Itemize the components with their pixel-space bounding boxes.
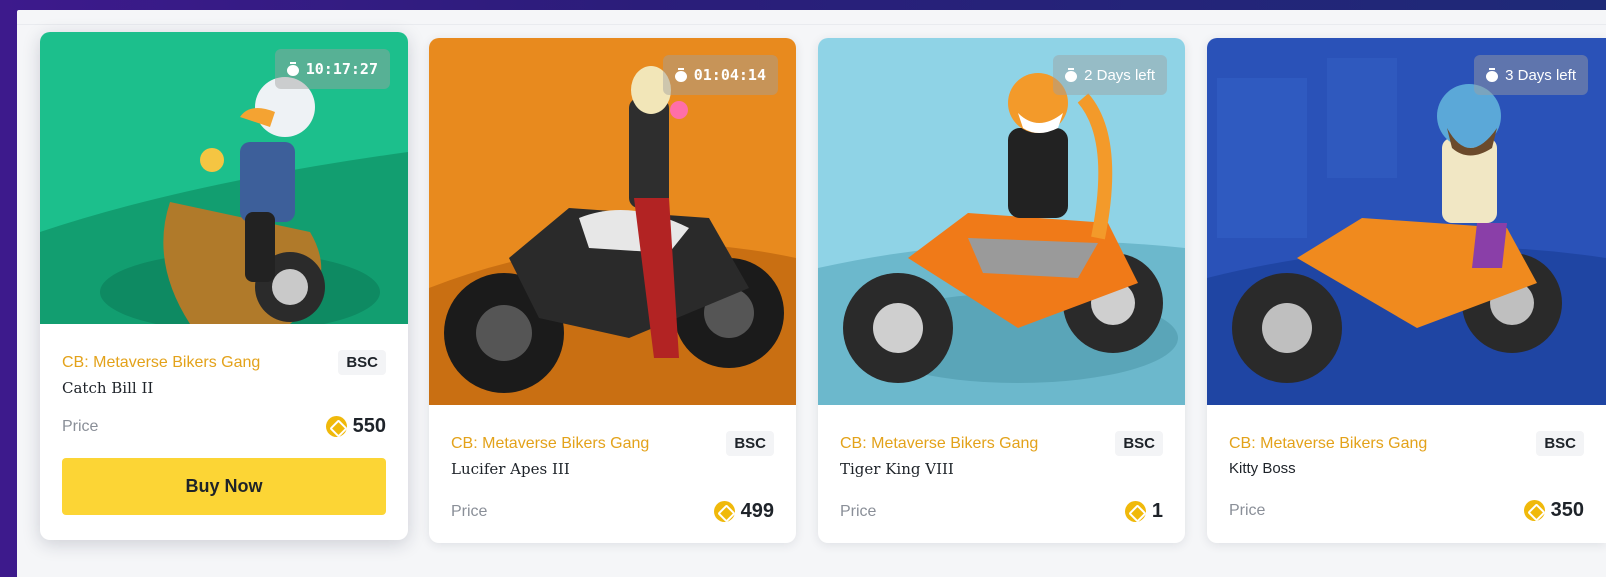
nft-name: Kitty Boss xyxy=(1229,460,1296,477)
nft-card-tiger-king[interactable]: 2 Days left CB: Metaverse Bikers Gang BS… xyxy=(818,38,1185,543)
price-value: 350 xyxy=(1523,499,1584,522)
chain-badge: BSC xyxy=(1115,431,1163,456)
countdown-text: 3 Days left xyxy=(1505,66,1576,84)
collection-name[interactable]: CB: Metaverse Bikers Gang xyxy=(451,435,649,453)
price-label: Price xyxy=(840,502,877,520)
countdown-badge: 01:04:14 xyxy=(662,55,778,95)
bnb-coin-icon xyxy=(1523,500,1545,521)
countdown-badge: 10:17:27 xyxy=(274,49,390,89)
chain-badge: BSC xyxy=(338,350,386,375)
nft-artwork[interactable]: 3 Days left xyxy=(1207,38,1606,405)
bnb-coin-icon xyxy=(325,416,347,437)
price-value: 1 xyxy=(1124,500,1163,523)
price-amount: 1 xyxy=(1151,500,1163,522)
countdown-badge: 3 Days left xyxy=(1474,55,1588,95)
price-value: 499 xyxy=(713,500,774,523)
countdown-text: 10:17:27 xyxy=(305,60,378,78)
nft-artwork[interactable]: 2 Days left xyxy=(818,38,1185,405)
nft-card-kitty-boss[interactable]: 3 Days left CB: Metaverse Bikers Gang BS… xyxy=(1207,38,1606,543)
collection-name[interactable]: CB: Metaverse Bikers Gang xyxy=(1229,435,1427,453)
divider xyxy=(17,24,1606,25)
card-info: CB: Metaverse Bikers Gang BSC Tiger King… xyxy=(818,405,1185,523)
nft-name: Tiger King VIII xyxy=(840,460,954,478)
card-info: CB: Metaverse Bikers Gang BSC Lucifer Ap… xyxy=(429,405,796,523)
price-amount: 499 xyxy=(740,500,774,522)
countdown-text: 01:04:14 xyxy=(693,66,766,84)
nft-listing-panel: 10:17:27 CB: Metaverse Bikers Gang BSC C… xyxy=(17,10,1606,577)
stopwatch-icon xyxy=(674,68,687,82)
countdown-text: 2 Days left xyxy=(1084,66,1155,84)
price-amount: 550 xyxy=(352,415,386,437)
bnb-coin-icon xyxy=(713,501,735,522)
price-label: Price xyxy=(62,417,99,435)
buy-now-button[interactable]: Buy Now xyxy=(62,458,386,515)
countdown-badge: 2 Days left xyxy=(1053,55,1167,95)
collection-name[interactable]: CB: Metaverse Bikers Gang xyxy=(840,435,1038,453)
nft-artwork[interactable]: 10:17:27 xyxy=(40,32,408,324)
nft-card-catch-bill[interactable]: 10:17:27 CB: Metaverse Bikers Gang BSC C… xyxy=(40,32,408,540)
card-info: CB: Metaverse Bikers Gang BSC Catch Bill… xyxy=(40,324,408,515)
stopwatch-icon xyxy=(1065,68,1078,82)
price-label: Price xyxy=(451,502,488,520)
bnb-coin-icon xyxy=(1124,501,1146,522)
chain-badge: BSC xyxy=(726,431,774,456)
price-label: Price xyxy=(1229,501,1266,519)
collection-name[interactable]: CB: Metaverse Bikers Gang xyxy=(62,354,260,372)
nft-artwork[interactable]: 01:04:14 xyxy=(429,38,796,405)
card-info: CB: Metaverse Bikers Gang BSC Kitty Boss… xyxy=(1207,405,1606,522)
price-value: 550 xyxy=(325,415,386,438)
nft-name: Catch Bill II xyxy=(62,379,154,397)
price-amount: 350 xyxy=(1550,499,1584,521)
nft-card-lucifer-apes[interactable]: 01:04:14 CB: Metaverse Bikers Gang BSC L… xyxy=(429,38,796,543)
stopwatch-icon xyxy=(286,62,299,76)
chain-badge: BSC xyxy=(1536,431,1584,456)
stopwatch-icon xyxy=(1486,68,1499,82)
nft-name: Lucifer Apes III xyxy=(451,460,570,478)
